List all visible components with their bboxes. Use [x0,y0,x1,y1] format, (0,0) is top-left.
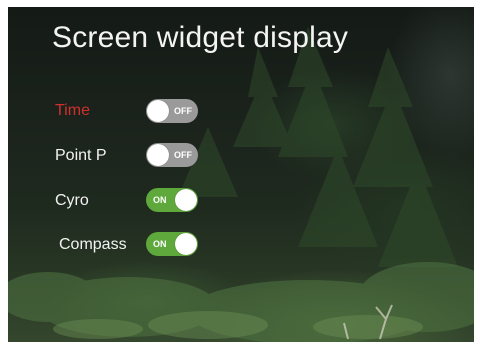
toggle-state-text: ON [153,195,167,205]
point-p-toggle[interactable]: OFF [146,143,198,167]
time-toggle[interactable]: OFF [146,99,198,123]
toggle-knob [175,233,197,255]
widget-settings-screen: Screen widget display Time OFF Point P O… [8,7,474,342]
time-label: Time [55,102,90,119]
forest-background [8,27,474,342]
toggle-state-text: OFF [174,150,192,160]
toggle-knob [147,144,169,166]
cyro-toggle[interactable]: ON [146,188,198,212]
toggle-knob [175,189,197,211]
point-p-label: Point P [55,147,107,164]
compass-toggle[interactable]: ON [146,232,198,256]
page-title: Screen widget display [52,21,349,54]
cyro-label: Cyro [55,192,89,209]
compass-label: Compass [59,236,127,253]
toggle-knob [147,100,169,122]
toggle-state-text: OFF [174,106,192,116]
toggle-state-text: ON [153,239,167,249]
